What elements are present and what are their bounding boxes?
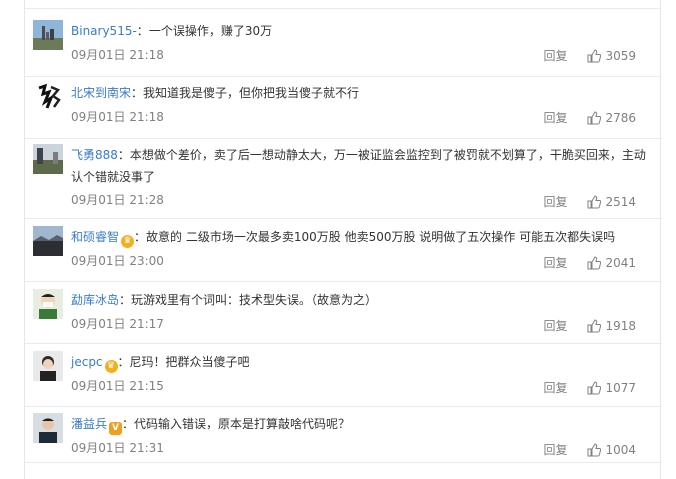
comment-line: 飞勇888：本想做个差价，卖了后一想动静太大，万一被证监会监控到了被罚就不划算了… <box>71 144 648 188</box>
comment-actions: 回复 1077 <box>543 379 636 396</box>
reply-button[interactable]: 回复 <box>543 193 567 210</box>
separator: ： <box>117 355 130 369</box>
comment-line: 潘益兵 V ：代码输入错误，原本是打算敲啥代码呢？ <box>71 413 648 435</box>
like-count: 1077 <box>605 380 636 395</box>
comment-line: 和硕睿智 ♛ ：故意的 二级市场一次最多卖100万股 他卖500万股 说明做了五次操… <box>71 226 648 248</box>
vip-crown-icon: ♛ <box>104 360 118 373</box>
comment-item: 飞勇888：本想做个差价，卖了后一想动静太大，万一被证监会监控到了被罚就不划算了… <box>25 139 662 219</box>
thumbs-up-icon <box>587 194 602 208</box>
like-button[interactable]: 2041 <box>587 256 636 270</box>
timestamp: 09月01日 21:28 <box>71 193 164 207</box>
thumbs-up-icon <box>587 442 602 456</box>
timestamp: 09月01日 21:31 <box>71 441 164 455</box>
comment-text: 我知道我是傻子，但你把我当傻子就不行 <box>143 86 360 100</box>
comment-text: 尼玛！把群众当傻子吧 <box>129 355 250 369</box>
comment-actions: 回复 2041 <box>543 254 636 271</box>
avatar[interactable] <box>33 351 63 381</box>
comment-text: 故意的 二级市场一次最多卖100万股 他卖500万股 说明做了五次操作 可能五次… <box>146 230 616 244</box>
username-link[interactable]: 飞勇888 <box>71 148 118 162</box>
comment-text: 玩游戏里有个词叫：技术型失误。（故意为之） <box>131 293 378 307</box>
like-count: 2514 <box>605 194 636 209</box>
avatar[interactable] <box>33 20 63 50</box>
like-count: 1004 <box>605 442 636 457</box>
separator: ： <box>119 293 132 307</box>
thumbs-up-icon <box>587 255 602 269</box>
like-button[interactable]: 2786 <box>587 111 636 125</box>
thumbs-up-icon <box>587 110 602 124</box>
timestamp: 09月01日 21:15 <box>71 379 164 393</box>
like-button[interactable]: 1004 <box>587 443 636 457</box>
like-count: 1918 <box>605 318 636 333</box>
timestamp: 09月01日 21:17 <box>71 317 164 331</box>
vip-crown-icon: ♛ <box>121 235 135 248</box>
avatar[interactable] <box>33 82 63 112</box>
comment-item: 潘益兵 V ：代码输入错误，原本是打算敲啥代码呢？ 09月01日 21:31 回复 … <box>25 407 662 463</box>
comment-line: 勐库冰岛：玩游戏里有个词叫：技术型失误。（故意为之） <box>71 289 648 311</box>
reply-button[interactable]: 回复 <box>543 317 567 334</box>
comment-item: 和硕睿智 ♛ ：故意的 二级市场一次最多卖100万股 他卖500万股 说明做了五次操… <box>25 219 662 282</box>
comment-actions: 回复 1004 <box>543 441 636 458</box>
comment-panel: Binary515-：一个误操作，赚了30万 09月01日 21:18 回复 3… <box>24 0 662 479</box>
username-link[interactable]: 北宋到南宋 <box>71 86 131 100</box>
comment-item: 勐库冰岛：玩游戏里有个词叫：技术型失误。（故意为之） 09月01日 21:17 … <box>25 282 662 344</box>
separator: ： <box>117 148 130 162</box>
username-link[interactable]: 潘益兵 <box>71 417 107 431</box>
comment-line: 北宋到南宋：我知道我是傻子，但你把我当傻子就不行 <box>71 82 648 104</box>
like-button[interactable]: 1918 <box>587 319 636 333</box>
comment-line: Binary515-：一个误操作，赚了30万 <box>71 20 648 42</box>
like-count: 3059 <box>605 48 636 63</box>
separator: ： <box>122 417 135 431</box>
like-button[interactable]: 3059 <box>587 49 636 63</box>
avatar[interactable] <box>33 413 63 443</box>
comment-text: 本想做个差价，卖了后一想动静太大，万一被证监会监控到了被罚就不划算了，干脆买回来… <box>71 148 646 184</box>
like-count: 2041 <box>605 255 636 270</box>
thumbs-up-icon <box>587 48 602 62</box>
avatar[interactable] <box>33 144 63 174</box>
like-button[interactable]: 1077 <box>587 381 636 395</box>
reply-button[interactable]: 回复 <box>543 379 567 396</box>
like-button[interactable]: 2514 <box>587 195 636 209</box>
username-link[interactable]: jecpc <box>71 355 103 369</box>
reply-button[interactable]: 回复 <box>543 47 567 64</box>
footer-strip <box>25 463 662 479</box>
avatar[interactable] <box>33 289 63 319</box>
comment-item: jecpc ♛ ：尼玛！把群众当傻子吧 09月01日 21:15 回复 1077 <box>25 344 662 407</box>
like-count: 2786 <box>605 110 636 125</box>
comment-actions: 回复 1918 <box>543 317 636 334</box>
username-link[interactable]: 勐库冰岛 <box>71 293 119 307</box>
comment-text: 代码输入错误，原本是打算敲啥代码呢？ <box>134 417 351 431</box>
comment-text: 一个误操作，赚了30万 <box>148 24 273 38</box>
timestamp: 09月01日 21:18 <box>71 110 164 124</box>
comment-item: 北宋到南宋：我知道我是傻子，但你把我当傻子就不行 09月01日 21:18 回复… <box>25 77 662 139</box>
separator: ： <box>131 86 144 100</box>
separator: ： <box>134 230 147 244</box>
separator: ： <box>136 24 149 38</box>
thumbs-up-icon <box>587 380 602 394</box>
comment-actions: 回复 3059 <box>543 47 636 64</box>
comment-item: Binary515-：一个误操作，赚了30万 09月01日 21:18 回复 3… <box>25 9 662 77</box>
username-link[interactable]: 和硕睿智 <box>71 230 119 244</box>
verified-v-icon: V <box>109 422 123 435</box>
comment-line: jecpc ♛ ：尼玛！把群众当傻子吧 <box>71 351 648 373</box>
thumbs-up-icon <box>587 318 602 332</box>
reply-button[interactable]: 回复 <box>543 109 567 126</box>
comment-actions: 回复 2786 <box>543 109 636 126</box>
timestamp: 09月01日 21:18 <box>71 48 164 62</box>
reply-button[interactable]: 回复 <box>543 254 567 271</box>
timestamp: 09月01日 23:00 <box>71 254 164 268</box>
avatar[interactable] <box>33 226 63 256</box>
reply-button[interactable]: 回复 <box>543 441 567 458</box>
comment-actions: 回复 2514 <box>543 193 636 210</box>
username-link[interactable]: Binary515- <box>71 24 137 38</box>
